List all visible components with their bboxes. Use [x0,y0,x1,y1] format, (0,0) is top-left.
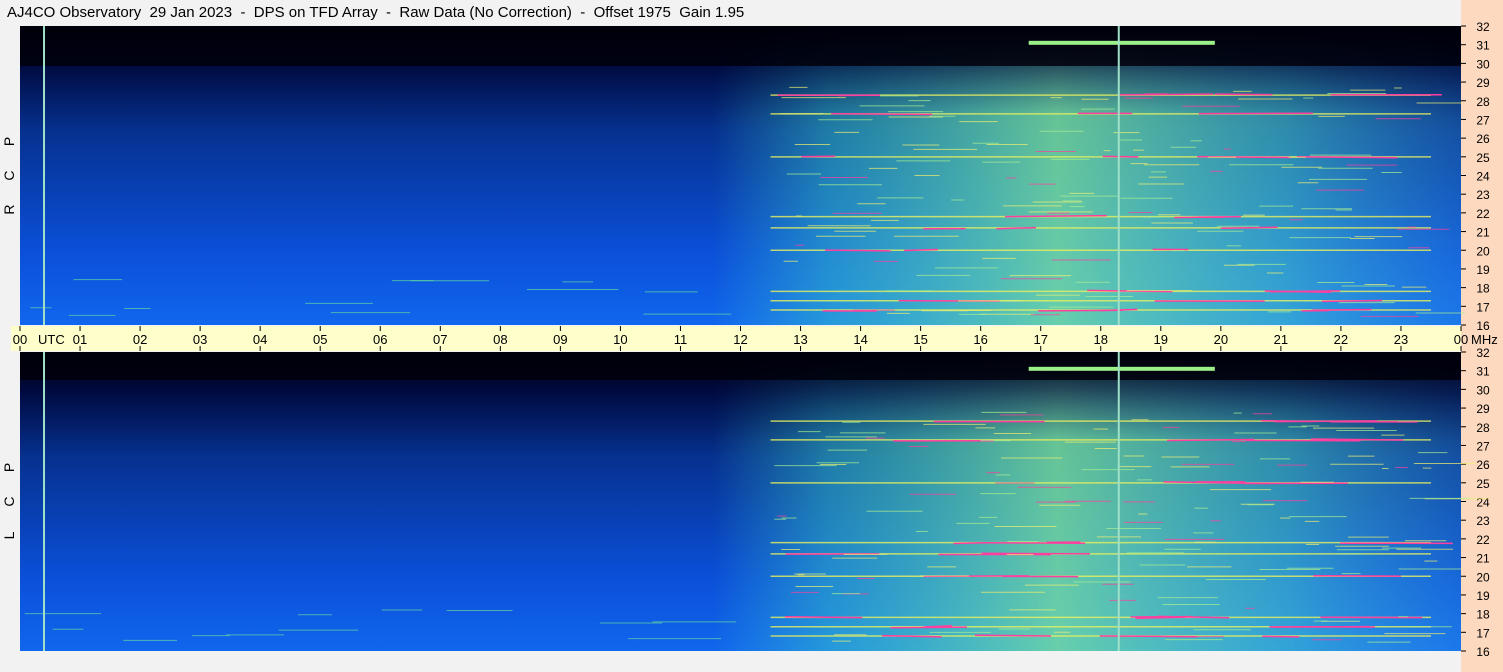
time-tick-label: 19 [1154,332,1168,347]
signal-band-peak [1174,215,1241,219]
time-tick-label: 13 [793,332,807,347]
signal-band-peak [1005,214,1107,218]
freq-tick-label: 32 [1476,346,1490,360]
time-tick-label: 04 [253,332,267,347]
time-tick-label: 06 [373,332,387,347]
panel-side-letter: C [1,170,17,180]
freq-tick-label: 24 [1476,170,1490,184]
freq-tick-label: 26 [1476,132,1490,146]
time-tick-label: 05 [313,332,327,347]
freq-tick-label: 20 [1476,570,1490,584]
time-tick-label: 07 [433,332,447,347]
freq-tick-label: 32 [1476,20,1490,34]
freq-tick-label: 23 [1476,514,1490,528]
time-tick-label: 01 [73,332,87,347]
time-tick-label: 02 [133,332,147,347]
freq-tick-label: 17 [1476,300,1490,314]
signal-band [1028,40,1215,45]
signal-band-peak [953,542,984,545]
freq-tick-label: 18 [1476,282,1490,296]
signal-band-peak [904,248,938,252]
panel-side-letter: P [1,137,17,146]
freq-tick-label: 26 [1476,458,1490,472]
freq-tick-label: 22 [1476,533,1490,547]
freq-tick-label: 19 [1476,589,1490,603]
time-tick-label: 18 [1094,332,1108,347]
signal-band-peak [974,634,1052,637]
daytime-emission [20,26,1461,325]
panel-side-letter: C [1,496,17,506]
panel-side-letter: L [1,531,17,539]
freq-tick-label: 27 [1476,439,1490,453]
time-tick-label: 03 [193,332,207,347]
signal-band-peak [824,249,892,252]
freq-tick-label: 28 [1476,421,1490,435]
freq-tick-label: 30 [1476,383,1490,397]
time-tick-label: 17 [1033,332,1047,347]
spectrogram-panel-rcp [20,26,1466,325]
freq-tick-label: 20 [1476,244,1490,258]
time-tick-label: 09 [553,332,567,347]
panel-side-letter: R [1,204,17,214]
cutoff-region [20,352,1461,380]
signal-band-peak [1296,155,1398,159]
freq-tick-label: 24 [1476,496,1490,510]
time-tick-label: 20 [1214,332,1228,347]
signal-band-peak [1119,93,1214,96]
signal-band-peak [784,616,863,619]
freq-unit-label: MHz [1471,332,1498,347]
signal-band-peak [1321,299,1383,303]
freq-tick-label: 21 [1476,226,1490,240]
signal-band [1028,366,1215,371]
time-tick-label: 00 [13,332,27,347]
time-tick-label: 21 [1274,332,1288,347]
time-tick-label: 14 [853,332,867,347]
time-tick-label: 08 [493,332,507,347]
time-tick-label: 16 [973,332,987,347]
freq-tick-label: 31 [1476,365,1490,379]
time-tick-label: 00 [1454,332,1468,347]
signal-band-peak [1311,308,1372,312]
freq-tick-label: 21 [1476,552,1490,566]
freq-tick-label: 19 [1476,263,1490,277]
freq-tick-label: 29 [1476,402,1490,416]
freq-tick-label: 23 [1476,188,1490,202]
time-tick-label: 23 [1394,332,1408,347]
time-unit-label: UTC [38,332,65,347]
freq-tick-label: 25 [1476,477,1490,491]
daytime-emission [20,352,1461,651]
cutoff-region [20,26,1461,66]
signal-band-peak [1220,226,1278,230]
time-tick-label: 10 [613,332,627,347]
signal-band-peak [1038,309,1123,312]
time-tick-label: 11 [674,332,688,347]
signal-band-peak [831,112,933,116]
time-tick-label: 22 [1334,332,1348,347]
freq-tick-label: 17 [1476,626,1490,640]
signal-band-peak [1274,420,1378,423]
freq-tick-label: 29 [1476,76,1490,90]
freq-tick-label: 22 [1476,207,1490,221]
panel-side-letter: P [1,463,17,472]
signal-band-peak [1167,438,1255,442]
freq-tick-label: 28 [1476,95,1490,109]
freq-tick-label: 31 [1476,39,1490,53]
freq-tick-label: 16 [1476,645,1490,659]
spectrogram-panel-lcp [20,352,1490,651]
freq-tick-label: 16 [1476,319,1490,333]
time-tick-label: 15 [913,332,927,347]
spectrogram-chart: 00 01 02 03 04 05 06 07 08 09 10 11 12 13 14 15 16 17 18 19… [1,0,1503,672]
freq-tick-label: 27 [1476,113,1490,127]
freq-tick-label: 25 [1476,151,1490,165]
freq-tick-label: 30 [1476,57,1490,71]
signal-band-peak [1214,93,1273,96]
freq-tick-label: 18 [1476,608,1490,622]
time-tick-label: 12 [733,332,747,347]
